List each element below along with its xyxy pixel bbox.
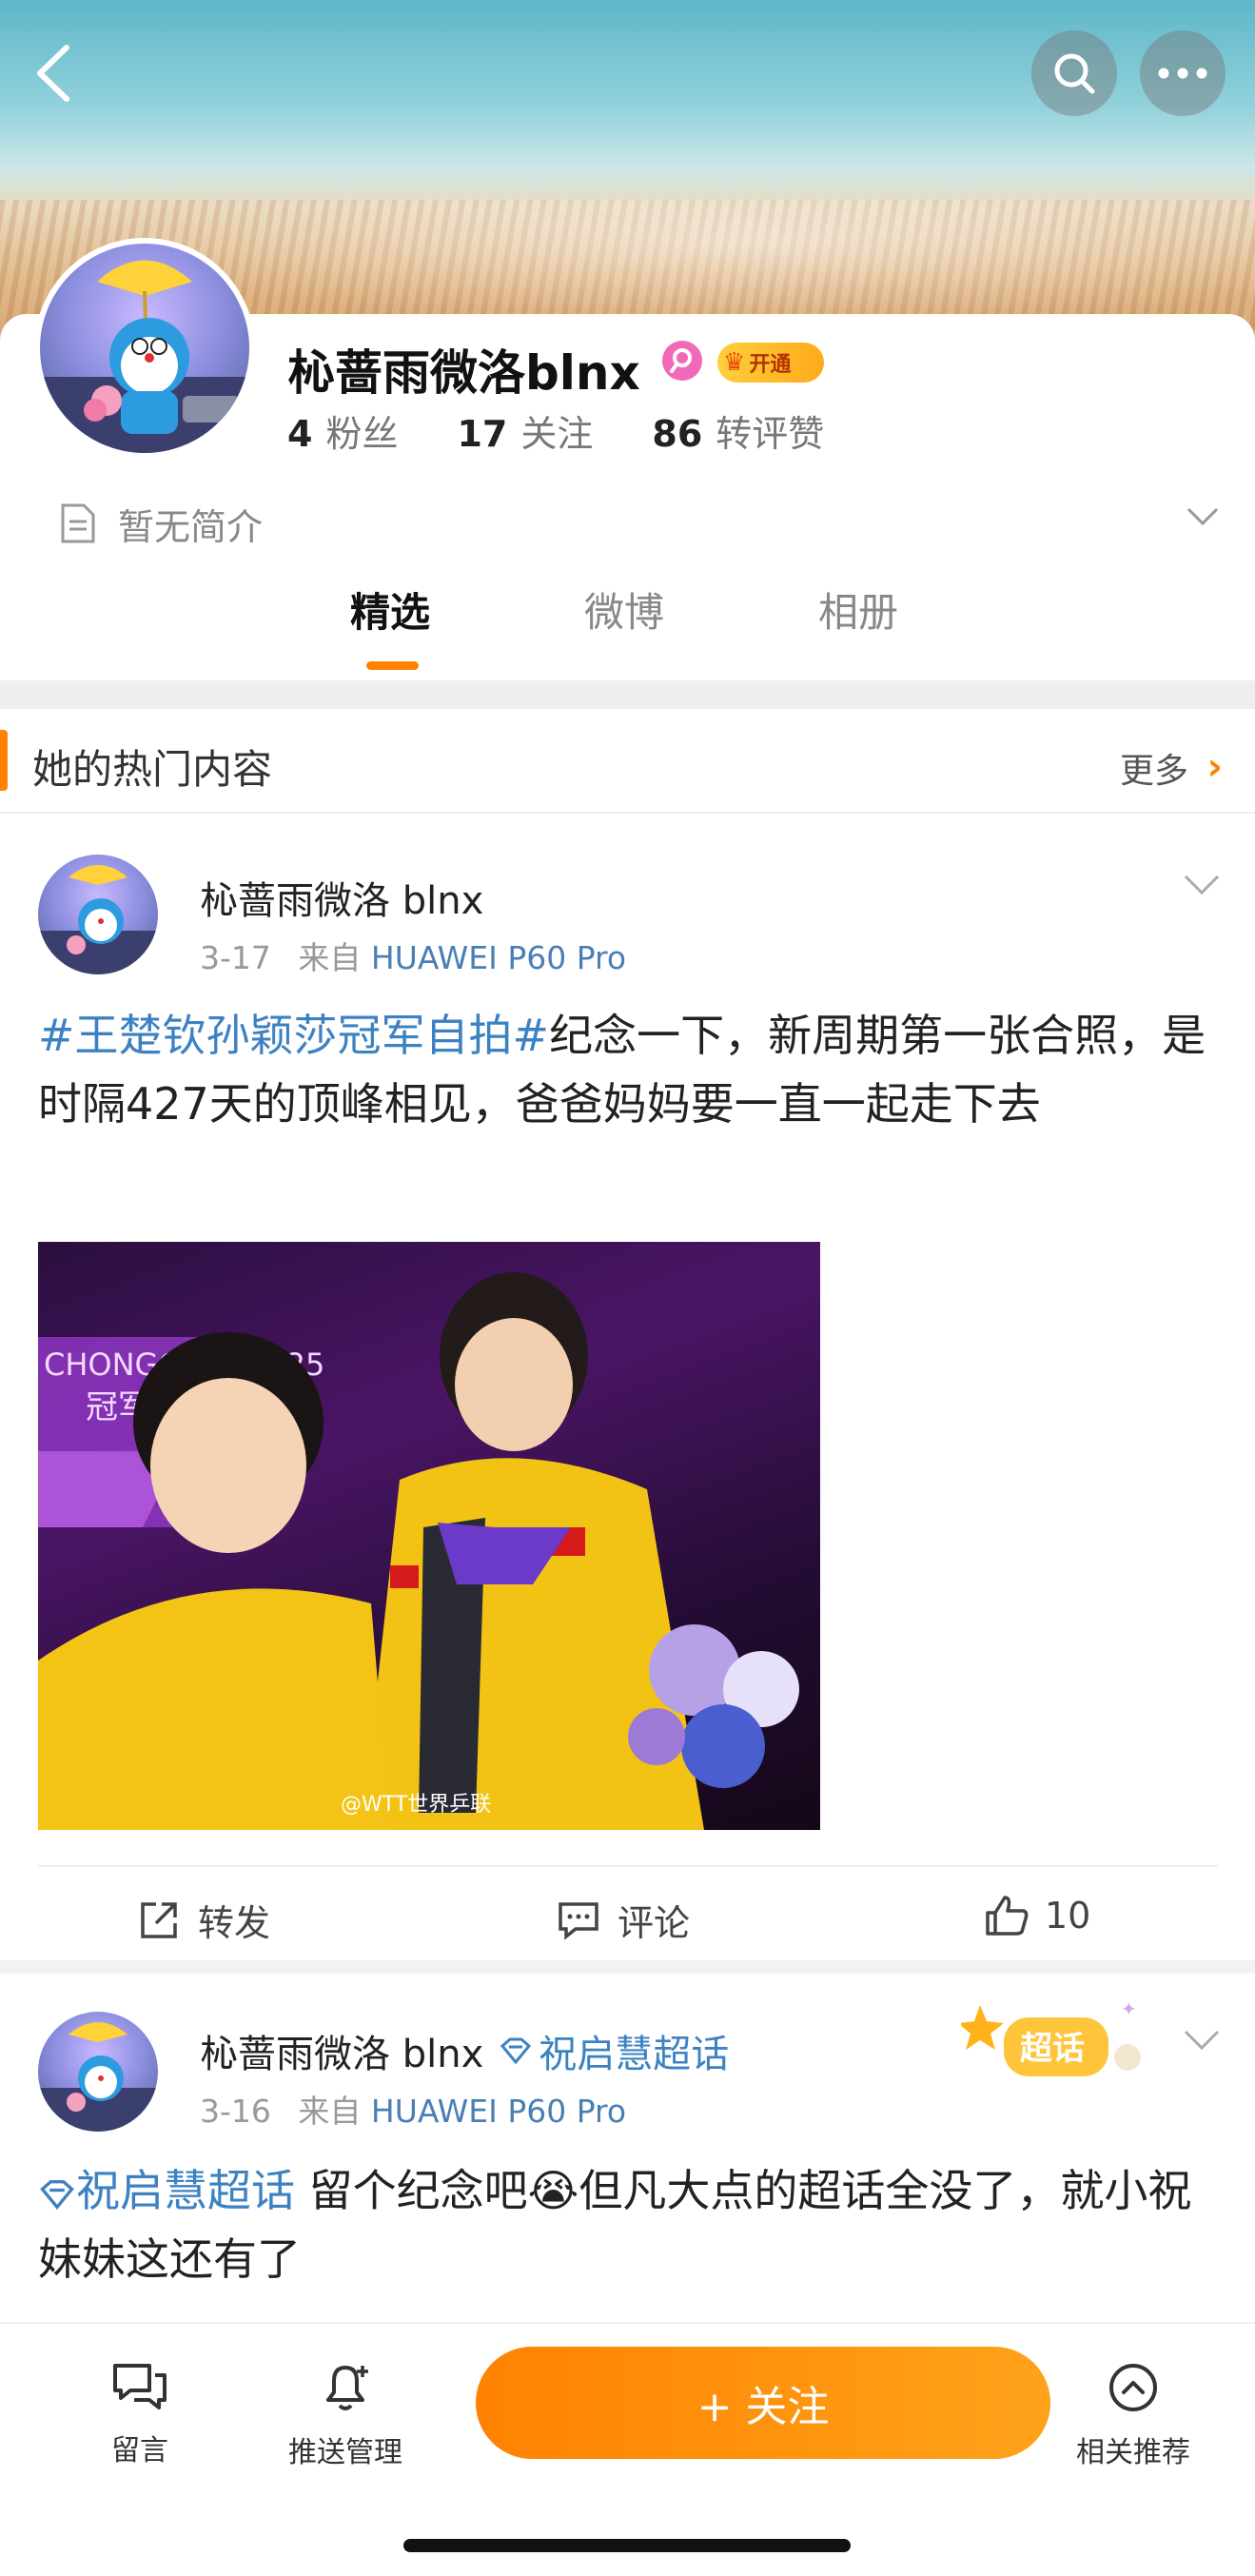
post-separator (0, 1960, 1255, 1974)
like-count: 10 (1045, 1895, 1091, 1937)
chevron-down-icon[interactable] (1183, 2029, 1221, 2052)
more-dots-icon (1158, 68, 1207, 79)
post-author-name[interactable]: 杺蔷雨微洛 blnx (200, 2023, 483, 2078)
sticker-graphic: 超话 ✦ (958, 1997, 1141, 2076)
tab-weibo[interactable]: 微博 (584, 580, 664, 639)
share-icon (141, 1901, 177, 1938)
search-icon (1054, 53, 1095, 94)
chevron-right-icon[interactable]: › (1207, 745, 1223, 789)
sticker-label: 超话 (1020, 2030, 1085, 2068)
stat-engagement[interactable]: 86 转评赞 (652, 404, 824, 457)
crown-icon: ♛ (723, 348, 746, 377)
stat-following[interactable]: 17 关注 (457, 404, 593, 457)
stat-fans-count: 4 (287, 413, 313, 455)
back-button[interactable] (27, 38, 84, 105)
post-source: HUAWEI P60 Pro (370, 2093, 627, 2130)
svg-text:✦: ✦ (1121, 2000, 1137, 2020)
bell-plus-icon (326, 2366, 368, 2410)
section-title: 她的热门内容 (32, 746, 273, 793)
message-label: 留言 (111, 2434, 168, 2468)
vip-pin-icon[interactable] (662, 341, 702, 381)
post-author-line: 杺蔷雨微洛 blnx 祝启慧超话 (200, 2023, 729, 2078)
section-accent-bar (0, 730, 8, 791)
message-icon (113, 2364, 167, 2409)
thumbs-up-icon (986, 1896, 1029, 1936)
repost-label: 转发 (198, 1902, 271, 1944)
post-actions: 转发 评论 10 (38, 1865, 1218, 1960)
tab-album[interactable]: 相册 (818, 580, 898, 639)
post-from-label: 来自 (298, 939, 362, 976)
post-card[interactable]: 杺蔷雨微洛 blnx 祝启慧超话 超话 ✦ 3-16 来自 HUAWEI P60… (0, 1974, 1255, 2316)
post-body-a: 留个纪念吧 (295, 2165, 528, 2216)
comment-icon (559, 1901, 598, 1940)
champions-selfie-image: CHONGQING 2025 冠军赛2025 @WTT世界乒联 (38, 1272, 799, 1830)
stat-fans[interactable]: 4 粉丝 (287, 404, 398, 457)
post-card[interactable]: 杺蔷雨微洛 blnx 3-17 来自 HUAWEI P60 Pro #王楚钦孙颖… (0, 818, 1255, 1960)
related-recommend-label: 相关推荐 (1076, 2436, 1190, 2469)
post-date: 3-17 (200, 939, 271, 976)
diamond-topic-icon (40, 2179, 74, 2210)
comment-button[interactable]: 评论 (557, 1894, 690, 1946)
more-options-button[interactable] (1140, 30, 1226, 116)
stat-following-count: 17 (457, 413, 508, 455)
profile-avatar[interactable] (34, 238, 255, 459)
home-indicator[interactable] (403, 2539, 851, 2552)
message-button[interactable]: 留言 (59, 2362, 221, 2468)
doraemon-avatar-image (38, 865, 158, 974)
more-link[interactable]: 更多 (1120, 743, 1188, 793)
stat-fans-label: 粉丝 (325, 413, 399, 455)
post-text: 祝启慧超话 留个纪念吧😭但凡大点的超话全没了，就小祝妹妹这还有了 (38, 2156, 1218, 2293)
bio-text: 暂无简介 (118, 505, 264, 548)
push-management-button[interactable]: 推送管理 (265, 2362, 426, 2470)
post-source: HUAWEI P60 Pro (370, 939, 627, 976)
stat-following-label: 关注 (520, 413, 594, 455)
post-meta: 3-17 来自 HUAWEI P60 Pro (200, 933, 626, 978)
follow-button[interactable]: + 关注 (476, 2347, 1050, 2459)
post-from-label: 来自 (298, 2093, 362, 2130)
doraemon-avatar-image (38, 2022, 158, 2132)
comment-label: 评论 (618, 1902, 691, 1944)
super-topic-sticker: 超话 ✦ (958, 1997, 1151, 2095)
post-author-name[interactable]: 杺蔷雨微洛 blnx (200, 870, 483, 925)
post-author-avatar[interactable] (38, 855, 158, 974)
chevron-up-circle-icon (1109, 2364, 1157, 2411)
like-button[interactable]: 10 (984, 1894, 1090, 1937)
stat-engagement-count: 86 (652, 413, 703, 455)
post-image[interactable]: CHONGQING 2025 冠军赛2025 @WTT世界乒联 (38, 1242, 820, 1830)
author-topic-link[interactable]: 祝启慧超话 (539, 2023, 729, 2078)
post-meta: 3-16 来自 HUAWEI P60 Pro (200, 2086, 626, 2132)
section-separator (0, 680, 1255, 709)
profile-username: 杺蔷雨微洛blnx (287, 345, 640, 401)
image-watermark: @WTT世界乒联 (341, 1793, 491, 1817)
post-topic-link[interactable]: 祝启慧超话 (76, 2165, 295, 2216)
profile-tabs: 精选 微博 相册 (0, 580, 1255, 671)
profile-stats: 4 粉丝 17 关注 86 转评赞 (287, 404, 824, 457)
bio-row[interactable]: 暂无简介 (59, 495, 1220, 552)
document-icon (61, 503, 95, 543)
search-button[interactable] (1031, 30, 1117, 116)
stat-engagement-label: 转评赞 (716, 413, 825, 455)
bottom-action-bar: 留言 推送管理 + 关注 相关推荐 (0, 2322, 1255, 2576)
chevron-down-icon[interactable] (1183, 874, 1221, 896)
vip-open-badge[interactable]: ♛ 开通 (717, 343, 824, 383)
tab-featured[interactable]: 精选 (350, 580, 430, 639)
active-tab-indicator (366, 661, 419, 670)
post-topic-link[interactable]: #王楚钦孙颖莎冠军自拍# (38, 1010, 549, 1061)
related-recommend-button[interactable]: 相关推荐 (1052, 2362, 1214, 2470)
doraemon-avatar-image (40, 260, 249, 453)
post-author-avatar[interactable] (38, 2012, 158, 2132)
repost-button[interactable]: 转发 (137, 1894, 270, 1946)
diamond-topic-icon (500, 2037, 532, 2065)
vip-open-label: 开通 (749, 353, 792, 377)
post-date: 3-16 (200, 2093, 271, 2130)
crying-emoji: 😭 (527, 2165, 579, 2216)
chevron-down-icon (1186, 507, 1219, 526)
post-text: #王楚钦孙颖莎冠军自拍#纪念一下，新周期第一张合照，是时隔427天的顶峰相见，爸… (38, 1001, 1218, 1138)
vip-pin-glyph (670, 348, 692, 373)
back-arrow-icon (37, 45, 69, 102)
push-management-label: 推送管理 (288, 2436, 402, 2469)
hot-content-header: 她的热门内容 更多 › (0, 709, 1255, 814)
